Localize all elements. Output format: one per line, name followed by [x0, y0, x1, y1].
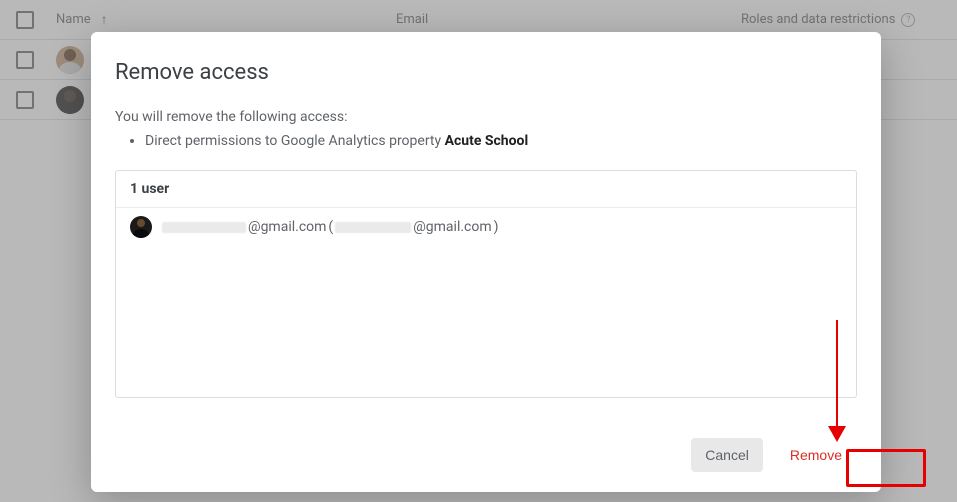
paren-domain: @gmail.com	[413, 219, 491, 235]
paren-open: (	[328, 219, 333, 235]
email-domain: @gmail.com	[248, 219, 326, 235]
user-panel: 1 user @gmail.com (@gmail.com)	[115, 170, 857, 398]
paren-close: )	[494, 219, 499, 235]
user-email-display: @gmail.com (@gmail.com)	[162, 219, 499, 235]
dialog-bullet-item: Direct permissions to Google Analytics p…	[145, 131, 857, 152]
dialog-actions: Cancel Remove	[115, 398, 857, 472]
remove-button[interactable]: Remove	[775, 438, 857, 472]
avatar	[130, 216, 152, 238]
remove-access-dialog: Remove access You will remove the follow…	[91, 32, 881, 492]
bullet-property-name: Acute School	[445, 133, 529, 149]
user-count-label: 1 user	[116, 171, 856, 208]
dialog-intro: You will remove the following access:	[115, 109, 857, 125]
redacted-text	[162, 222, 246, 233]
bullet-prefix: Direct permissions to Google Analytics p…	[145, 133, 445, 149]
redacted-text	[335, 222, 411, 233]
dialog-title: Remove access	[115, 60, 857, 85]
cancel-button[interactable]: Cancel	[691, 438, 763, 472]
user-row: @gmail.com (@gmail.com)	[116, 208, 856, 246]
dialog-bullets: Direct permissions to Google Analytics p…	[145, 131, 857, 152]
